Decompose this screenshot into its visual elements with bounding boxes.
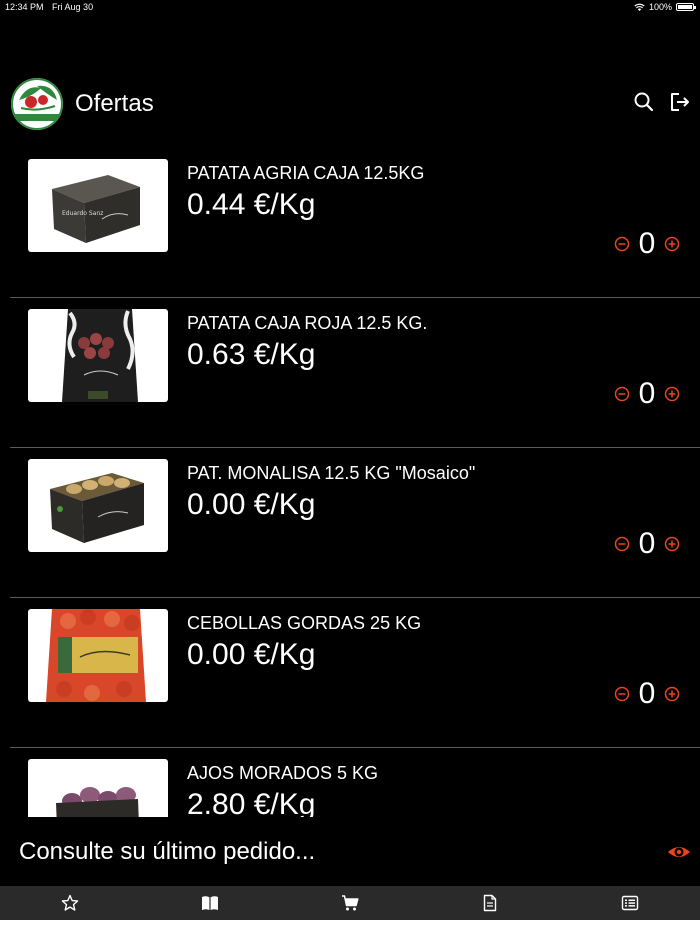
book-icon	[202, 896, 218, 910]
product-image: Eduardo Sanz	[28, 159, 168, 252]
battery-percent: 100%	[648, 2, 672, 12]
battery-fill	[678, 5, 692, 9]
plus-icon[interactable]	[664, 386, 680, 402]
product-price: 0.00 €/Kg	[187, 638, 316, 671]
product-name: AJOS MORADOS 5 KG	[187, 763, 379, 783]
quantity-value: 0	[638, 527, 656, 560]
logout-icon	[671, 93, 689, 111]
product-price: 0.63 €/Kg	[187, 338, 316, 371]
status-date: Fri Aug 30	[52, 2, 94, 12]
minus-icon[interactable]	[614, 236, 630, 252]
status-time: 12:34 PM	[5, 2, 44, 12]
plus-icon[interactable]	[664, 236, 680, 252]
header: Ofertas	[0, 76, 700, 132]
product-image	[28, 309, 168, 402]
minus-icon[interactable]	[614, 536, 630, 552]
eye-icon	[668, 847, 690, 857]
quantity-value: 0	[638, 227, 656, 260]
search-button[interactable]	[632, 90, 656, 114]
quantity-value: 0	[638, 377, 656, 410]
page-title: Ofertas	[75, 90, 154, 117]
svg-text:Eduardo Sanz: Eduardo Sanz	[62, 210, 103, 217]
brand-logo	[11, 78, 63, 130]
search-icon	[634, 92, 654, 112]
product-name: PATATA CAJA ROJA 12.5 KG.	[187, 313, 428, 333]
product-item[interactable]: AJOS MORADOS 5 KG 2.80 €/Kg	[0, 748, 700, 817]
product-item[interactable]: PATATA CAJA ROJA 12.5 KG. 0.63 €/Kg 0	[0, 298, 700, 448]
product-price: 0.00 €/Kg	[187, 488, 316, 521]
product-image	[28, 759, 168, 817]
product-name: CEBOLLAS GORDAS 25 KG	[187, 613, 422, 633]
battery-icon	[676, 3, 696, 11]
last-order-bar[interactable]: Consulte su último pedido...	[0, 824, 700, 882]
list-icon	[621, 895, 639, 911]
quantity-stepper: 0	[614, 676, 680, 712]
product-name: PATATA AGRIA CAJA 12.5KG	[187, 163, 425, 183]
status-bar: 12:34 PM Fri Aug 30 100%	[0, 0, 700, 16]
home-indicator-area	[0, 920, 700, 934]
minus-icon[interactable]	[614, 686, 630, 702]
tab-cart[interactable]	[280, 886, 420, 920]
tab-offers[interactable]	[0, 886, 140, 920]
plus-icon[interactable]	[664, 536, 680, 552]
product-price: 2.80 €/Kg	[187, 788, 316, 817]
tab-list[interactable]	[560, 886, 700, 920]
view-last-order-button[interactable]	[667, 841, 691, 863]
cart-icon	[342, 895, 359, 911]
logout-button[interactable]	[668, 90, 692, 114]
product-list[interactable]: Eduardo Sanz PATATA AGRIA CAJA 12.5KG 0.…	[0, 147, 700, 817]
minus-icon[interactable]	[614, 386, 630, 402]
document-icon	[483, 894, 497, 912]
product-item[interactable]: CEBOLLAS GORDAS 25 KG 0.00 €/Kg 0	[0, 598, 700, 748]
last-order-link[interactable]: Consulte su último pedido...	[19, 838, 315, 866]
product-image	[28, 609, 168, 702]
product-image	[28, 459, 168, 552]
plus-icon[interactable]	[664, 686, 680, 702]
product-item[interactable]: PAT. MONALISA 12.5 KG "Mosaico" 0.00 €/K…	[0, 448, 700, 598]
quantity-stepper: 0	[614, 526, 680, 562]
tab-orders[interactable]	[420, 886, 560, 920]
tab-catalog[interactable]	[140, 886, 280, 920]
product-name: PAT. MONALISA 12.5 KG "Mosaico"	[187, 463, 476, 483]
quantity-stepper: 0	[614, 376, 680, 412]
quantity-stepper: 0	[614, 226, 680, 262]
product-item[interactable]: Eduardo Sanz PATATA AGRIA CAJA 12.5KG 0.…	[0, 148, 700, 298]
product-price: 0.44 €/Kg	[187, 188, 316, 221]
wifi-icon	[634, 3, 645, 11]
quantity-value: 0	[638, 677, 656, 710]
star-icon	[61, 894, 79, 911]
